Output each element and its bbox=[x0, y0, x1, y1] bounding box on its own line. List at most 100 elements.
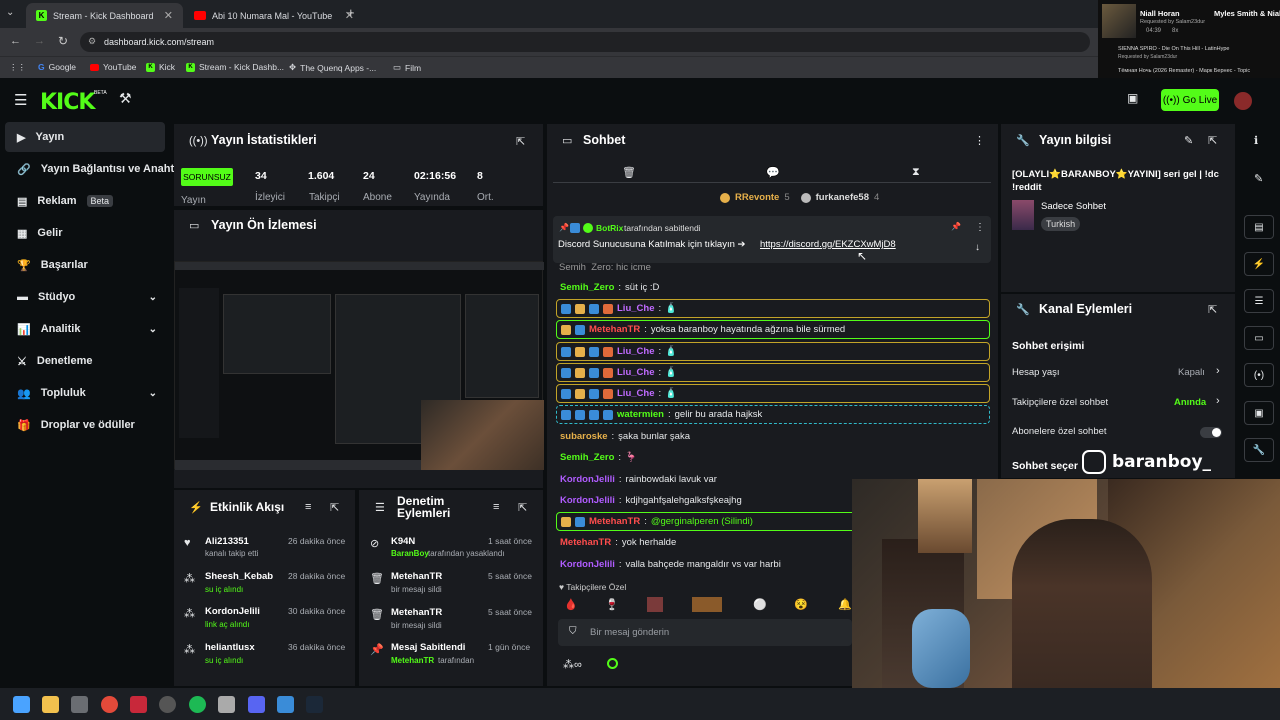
chat-message[interactable]: Semih_Zero: 🦩 bbox=[556, 448, 990, 467]
chat-username[interactable]: KordonJelili bbox=[560, 474, 615, 485]
popout-icon[interactable]: ⇱ bbox=[518, 501, 527, 514]
bookmark-google[interactable]: G Google bbox=[38, 62, 76, 72]
chat-username[interactable]: Liu_Che bbox=[617, 367, 654, 378]
bookmark-stream-kick[interactable]: K Stream - Kick Dashb... bbox=[186, 62, 284, 72]
sidebar-item-denetleme[interactable]: ⚔ Denetleme bbox=[5, 346, 165, 376]
chat-username[interactable]: MetehanTR bbox=[560, 537, 611, 548]
chat-username[interactable]: subaroske bbox=[560, 431, 608, 442]
chat-username[interactable]: Liu_Che bbox=[617, 388, 654, 399]
hourglass-icon[interactable]: ⧗ bbox=[912, 166, 920, 179]
bookmark-quenq[interactable]: ✥ The Quenq Apps -... bbox=[289, 62, 376, 73]
sidebar-item-analitik[interactable]: 📊 Analitik ⌄ bbox=[5, 314, 165, 344]
chrome-icon[interactable] bbox=[101, 696, 118, 713]
bookmark-kick[interactable]: K Kick bbox=[146, 62, 175, 72]
rail-button-layout[interactable]: ▤ bbox=[1244, 215, 1274, 239]
chat-message[interactable]: Liu_Che: 🧴 bbox=[556, 363, 990, 382]
chat-username[interactable]: MetehanTR bbox=[589, 516, 640, 527]
chat-settings-icon[interactable]: ⁂∞ bbox=[563, 658, 582, 671]
avatar[interactable] bbox=[1234, 92, 1252, 110]
more-icon[interactable]: ⋮ bbox=[975, 222, 985, 233]
chat-username[interactable]: MetehanTR bbox=[589, 324, 640, 335]
chat-message[interactable]: Liu_Che: 🧴 bbox=[556, 342, 990, 361]
sidebar-item-studyo[interactable]: ▬ Stüdyo ⌄ bbox=[5, 282, 165, 312]
popout-icon[interactable]: ⇱ bbox=[516, 135, 525, 148]
windows-start-icon[interactable] bbox=[13, 696, 30, 713]
chat-username[interactable]: Liu_Che bbox=[617, 346, 654, 357]
setting-account-age[interactable]: Hesap yaşı Kapalı › bbox=[1012, 362, 1226, 384]
kick-logo[interactable]: KICK bbox=[40, 90, 95, 115]
new-tab-icon[interactable]: + bbox=[347, 5, 355, 20]
app-icon[interactable] bbox=[277, 696, 294, 713]
rail-button-stats[interactable]: (•) bbox=[1244, 363, 1274, 387]
popout-icon[interactable]: ⇱ bbox=[1208, 134, 1217, 147]
chat-bubble-icon[interactable]: 💬 bbox=[766, 166, 780, 179]
emote-icon[interactable]: 🍷 bbox=[605, 598, 619, 611]
menu-icon[interactable]: ☰ bbox=[14, 91, 27, 109]
chat-username[interactable]: KordonJelili bbox=[560, 559, 615, 570]
filter-icon[interactable]: ≡ bbox=[305, 501, 311, 513]
trash-icon[interactable]: 🗑 bbox=[622, 166, 636, 179]
bookmark-film[interactable]: ▭ Film bbox=[393, 62, 421, 73]
chat-message[interactable]: Semih_Zero: süt iç :D bbox=[556, 278, 990, 297]
steam-icon[interactable] bbox=[306, 696, 323, 713]
site-info-icon[interactable]: ⚙ bbox=[88, 36, 96, 47]
chat-username[interactable]: KordonJelili bbox=[560, 495, 615, 506]
subs-only-toggle[interactable] bbox=[1200, 427, 1222, 438]
emote-icon[interactable] bbox=[647, 597, 663, 612]
emote-icon[interactable] bbox=[692, 597, 722, 612]
chat-message[interactable]: MetehanTR: yoksa baranboy hayatında ağzın… bbox=[556, 320, 990, 339]
stream-preview[interactable] bbox=[174, 261, 544, 470]
edit-icon[interactable]: ✎ bbox=[1254, 172, 1263, 185]
unpin-icon[interactable]: 📌 bbox=[951, 222, 961, 231]
edit-icon[interactable]: ✎ bbox=[1184, 134, 1193, 147]
sidebar-item-yayin[interactable]: ▶ Yayın bbox=[5, 122, 165, 152]
tab-kick-dashboard[interactable]: K Stream - Kick Dashboard ✕ bbox=[26, 3, 183, 28]
chat-message[interactable]: Liu_Che: 🧴 bbox=[556, 384, 990, 403]
sidebar-item-basarilar[interactable]: 🏆 Başarılar bbox=[5, 250, 165, 280]
collapse-icon[interactable]: ↓ bbox=[975, 242, 980, 253]
sidebar-item-topluluk[interactable]: 👥 Topluluk ⌄ bbox=[5, 378, 165, 408]
rail-button-chat[interactable]: ▭ bbox=[1244, 326, 1274, 350]
popout-icon[interactable]: ⇱ bbox=[330, 501, 339, 514]
discord-icon[interactable] bbox=[248, 696, 265, 713]
store-icon[interactable] bbox=[71, 696, 88, 713]
chat-username[interactable]: Liu_Che bbox=[617, 303, 654, 314]
obs-icon[interactable] bbox=[159, 696, 176, 713]
emote-icon[interactable]: 🩸 bbox=[564, 598, 578, 611]
rail-button-activity[interactable]: ⚡ bbox=[1244, 252, 1274, 276]
app-icon[interactable] bbox=[130, 696, 147, 713]
filter-icon[interactable]: ≡ bbox=[493, 501, 499, 513]
chat-message[interactable]: subaroske: şaka bunlar şaka bbox=[556, 427, 990, 446]
sidebar-item-reklam[interactable]: ▤ Reklam Beta bbox=[5, 186, 165, 216]
go-live-button[interactable]: ((•)) Go Live bbox=[1161, 89, 1219, 111]
rail-button-tools[interactable]: 🔧 bbox=[1244, 438, 1274, 462]
bookmark-youtube[interactable]: YouTube bbox=[90, 62, 136, 72]
emote-icon[interactable]: 😵 bbox=[794, 598, 808, 611]
popout-icon[interactable]: ⇱ bbox=[1208, 303, 1217, 316]
chat-message[interactable]: watermien: gelir bu arada hajksk bbox=[556, 405, 990, 424]
sidebar-item-droplar[interactable]: 🎁 Droplar ve ödüller bbox=[5, 410, 165, 440]
file-explorer-icon[interactable] bbox=[42, 696, 59, 713]
rail-button-list[interactable]: ☰ bbox=[1244, 289, 1274, 313]
setting-followers-only[interactable]: Takipçilere özel sohbet Anında › bbox=[1012, 392, 1226, 414]
info-icon[interactable]: ℹ bbox=[1254, 134, 1258, 147]
reload-icon[interactable]: ↻ bbox=[58, 34, 68, 48]
studio-icon[interactable]: ▣ bbox=[1127, 91, 1138, 105]
chat-input[interactable]: ⛉ Bir mesaj gönderin bbox=[558, 619, 852, 646]
emote-icon[interactable]: 🔔 bbox=[838, 598, 852, 611]
more-icon[interactable]: ⋮ bbox=[974, 134, 985, 147]
chat-username[interactable]: watermien bbox=[617, 409, 664, 420]
sidebar-item-gelir[interactable]: ▦ Gelir bbox=[5, 218, 165, 248]
emote-icon[interactable]: ⚪ bbox=[753, 598, 767, 611]
hammer-icon[interactable]: ⚒ bbox=[119, 90, 132, 107]
spotify-icon[interactable] bbox=[189, 696, 206, 713]
back-icon[interactable]: ← bbox=[10, 35, 21, 47]
kick-emote-icon[interactable] bbox=[607, 658, 618, 669]
app-icon[interactable] bbox=[218, 696, 235, 713]
close-tab-icon[interactable]: ✕ bbox=[164, 9, 173, 22]
tab-youtube[interactable]: Abi 10 Numara Mal - YouTube ✕ bbox=[184, 3, 364, 28]
chat-message[interactable]: Liu_Che: 🧴 bbox=[556, 299, 990, 318]
apps-icon[interactable]: ⋮⋮ bbox=[9, 62, 26, 73]
chat-username[interactable]: Semih_Zero bbox=[560, 282, 614, 293]
forward-icon[interactable]: → bbox=[34, 35, 45, 47]
